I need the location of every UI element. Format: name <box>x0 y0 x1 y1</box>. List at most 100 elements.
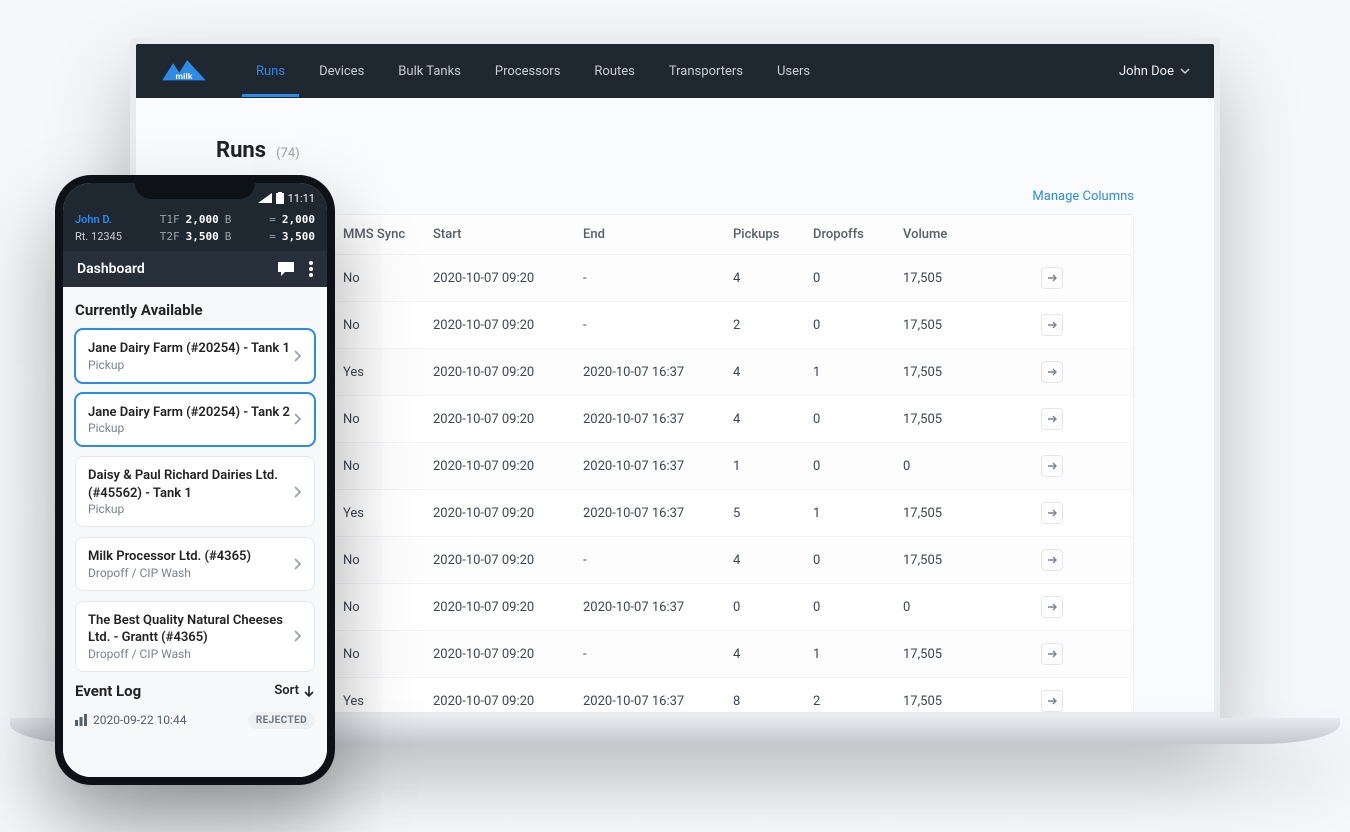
item-subtitle: Pickup <box>88 502 292 516</box>
user-name: John Doe <box>1119 64 1174 79</box>
row-open-button[interactable] <box>1041 690 1063 712</box>
cell-pickups: 4 <box>733 365 813 380</box>
table-row[interactable]: In ProgressNo2020-10-07 09:20-4017,505 <box>217 537 1133 584</box>
available-item[interactable]: Daisy & Paul Richard Dairies Ltd. (#4556… <box>75 456 315 527</box>
cell-dropoffs: 2 <box>813 694 903 709</box>
manage-columns-link[interactable]: Manage Columns <box>216 189 1134 204</box>
col-header[interactable]: Dropoffs <box>813 227 903 242</box>
table-row[interactable]: RejectedNo2020-10-07 09:202020-10-07 16:… <box>217 443 1133 490</box>
cell-end: - <box>583 553 733 568</box>
available-item[interactable]: Jane Dairy Farm (#20254) - Tank 1Pickup <box>75 329 315 383</box>
section-available-title: Currently Available <box>75 301 315 319</box>
cell-start: 2020-10-07 09:20 <box>433 459 583 474</box>
table-row[interactable]: ParkedNo2020-10-07 09:20-4117,505 <box>217 631 1133 678</box>
item-title: Jane Dairy Farm (#20254) - Tank 2 <box>88 404 290 422</box>
cell-start: 2020-10-07 09:20 <box>433 271 583 286</box>
cell-dropoffs: 0 <box>813 318 903 333</box>
table-row[interactable]: In ProgressNo2020-10-07 09:20-4017,505 <box>217 255 1133 302</box>
cell-end: - <box>583 271 733 286</box>
available-item[interactable]: The Best Quality Natural Cheeses Ltd. - … <box>75 601 315 672</box>
section-log-title: Event Log <box>75 682 141 700</box>
user-menu[interactable]: John Doe <box>1119 64 1190 79</box>
available-item[interactable]: Milk Processor Ltd. (#4365)Dropoff / CIP… <box>75 537 315 591</box>
nav-item-runs[interactable]: Runs <box>242 46 299 97</box>
cell-volume: 17,505 <box>903 412 1013 427</box>
phone-notch <box>135 175 255 199</box>
nav-item-routes[interactable]: Routes <box>580 46 648 97</box>
table-row[interactable]: CompletedYes2020-10-07 09:202020-10-07 1… <box>217 349 1133 396</box>
top-nav: milk RunsDevicesBulk TanksProcessorsRout… <box>136 44 1214 98</box>
row-open-button[interactable] <box>1041 408 1063 430</box>
chat-icon[interactable] <box>277 261 295 277</box>
phone-meta: John D. Rt. 12345 T1F2,000BT2F3,500B =2,… <box>63 209 327 251</box>
page-count: (74) <box>276 146 300 161</box>
cell-end: - <box>583 318 733 333</box>
chevron-right-icon <box>292 557 302 571</box>
item-subtitle: Dropoff / CIP Wash <box>88 566 251 580</box>
runs-table: StatusMMS SyncStartEndPickupsDropoffsVol… <box>216 214 1134 712</box>
item-title: The Best Quality Natural Cheeses Ltd. - … <box>88 612 292 647</box>
cell-volume: 17,505 <box>903 647 1013 662</box>
cell-dropoffs: 0 <box>813 600 903 615</box>
dashboard-bar: Dashboard <box>63 251 327 287</box>
cell-volume: 17,505 <box>903 271 1013 286</box>
col-header[interactable]: Start <box>433 227 583 242</box>
row-open-button[interactable] <box>1041 267 1063 289</box>
row-open-button[interactable] <box>1041 643 1063 665</box>
table-row[interactable]: ParkedNo2020-10-07 09:20-2017,505 <box>217 302 1133 349</box>
tank-reading: T1F2,000B <box>160 213 232 226</box>
nav-item-bulk-tanks[interactable]: Bulk Tanks <box>384 46 475 97</box>
phone-frame: 11:11 John D. Rt. 12345 T1F2,000BT2F3,50… <box>55 175 335 785</box>
nav-item-users[interactable]: Users <box>763 46 824 97</box>
cell-sync: No <box>343 459 433 474</box>
chevron-right-icon <box>292 485 302 499</box>
available-item[interactable]: Jane Dairy Farm (#20254) - Tank 2Pickup <box>75 393 315 447</box>
cell-start: 2020-10-07 09:20 <box>433 412 583 427</box>
cell-end: 2020-10-07 16:37 <box>583 412 733 427</box>
cell-pickups: 4 <box>733 553 813 568</box>
cell-pickups: 2 <box>733 318 813 333</box>
col-header[interactable]: Volume <box>903 227 1013 242</box>
table-row[interactable]: In ProgressNo2020-10-07 09:202020-10-07 … <box>217 396 1133 443</box>
phone-clock: 11:11 <box>288 192 315 205</box>
item-subtitle: Pickup <box>88 421 290 435</box>
row-open-button[interactable] <box>1041 502 1063 524</box>
row-open-button[interactable] <box>1041 314 1063 336</box>
event-log-row[interactable]: 2020-09-22 10:44 REJECTED <box>75 708 315 733</box>
col-header[interactable]: Pickups <box>733 227 813 242</box>
table-row[interactable]: CancelledNo2020-10-07 09:202020-10-07 16… <box>217 584 1133 631</box>
cell-end: - <box>583 647 733 662</box>
row-open-button[interactable] <box>1041 455 1063 477</box>
row-open-button[interactable] <box>1041 596 1063 618</box>
cell-start: 2020-10-07 09:20 <box>433 647 583 662</box>
tank-reading: T2F3,500B <box>160 230 232 243</box>
cell-dropoffs: 0 <box>813 459 903 474</box>
table-row[interactable]: CompletedYes2020-10-07 09:202020-10-07 1… <box>217 490 1133 537</box>
cell-pickups: 4 <box>733 412 813 427</box>
row-open-button[interactable] <box>1041 549 1063 571</box>
row-open-button[interactable] <box>1041 361 1063 383</box>
phone-screen: 11:11 John D. Rt. 12345 T1F2,000BT2F3,50… <box>63 183 327 777</box>
cell-dropoffs: 0 <box>813 271 903 286</box>
item-title: Milk Processor Ltd. (#4365) <box>88 548 251 566</box>
cell-dropoffs: 0 <box>813 412 903 427</box>
col-header[interactable]: MMS Sync <box>343 227 433 242</box>
nav-item-devices[interactable]: Devices <box>305 46 378 97</box>
cell-sync: No <box>343 318 433 333</box>
phone-user: John D. <box>75 213 122 226</box>
app-logo: milk <box>160 57 208 85</box>
sort-button[interactable]: Sort <box>274 683 315 698</box>
table-row[interactable]: CompletedYes2020-10-07 09:202020-10-07 1… <box>217 678 1133 712</box>
item-title: Daisy & Paul Richard Dairies Ltd. (#4556… <box>88 467 292 502</box>
more-icon[interactable] <box>309 261 313 277</box>
nav-item-processors[interactable]: Processors <box>481 46 575 97</box>
col-header[interactable]: End <box>583 227 733 242</box>
cell-sync: No <box>343 271 433 286</box>
cell-volume: 17,505 <box>903 318 1013 333</box>
chevron-down-icon <box>1180 66 1190 76</box>
phone-content: Currently Available Jane Dairy Farm (#20… <box>63 287 327 777</box>
item-subtitle: Pickup <box>88 358 290 372</box>
arrow-down-icon <box>303 685 315 697</box>
nav-item-transporters[interactable]: Transporters <box>655 46 757 97</box>
cell-pickups: 0 <box>733 600 813 615</box>
